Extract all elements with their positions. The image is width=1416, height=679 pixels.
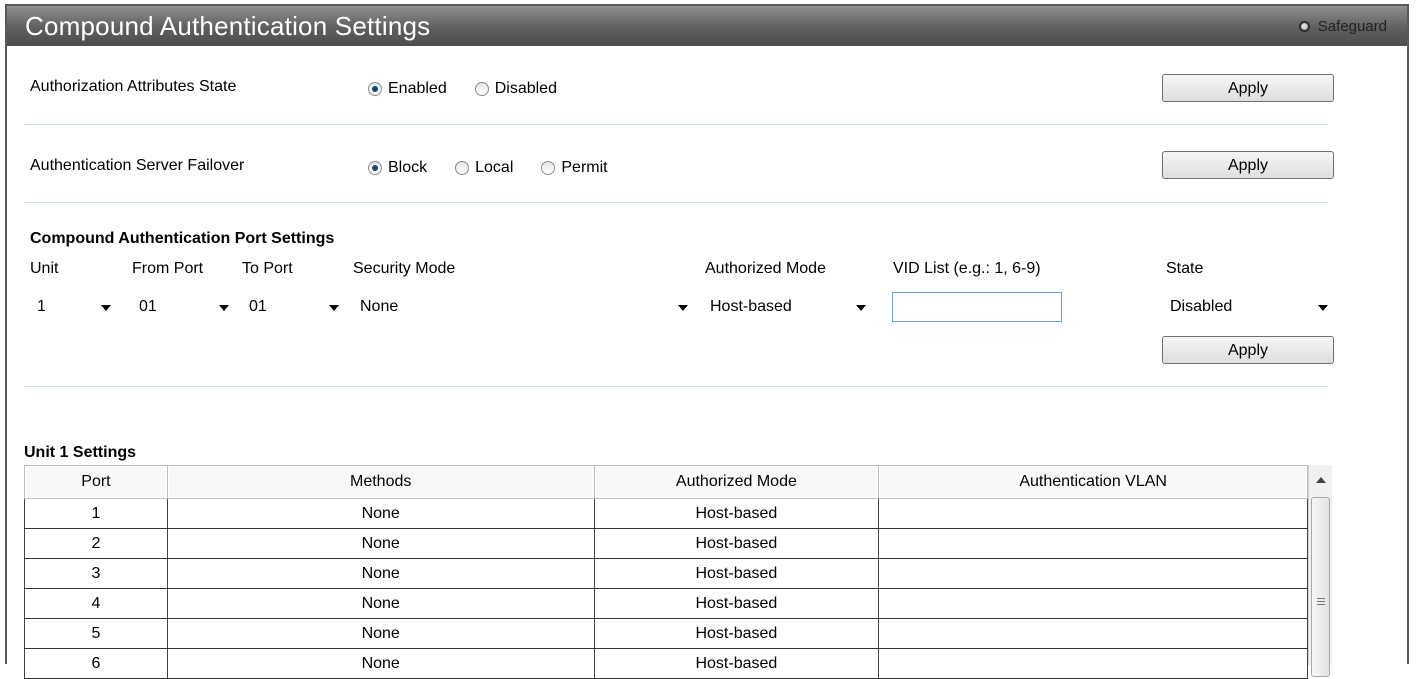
- chevron-down-icon: [219, 305, 229, 311]
- cell-authentication-vlan: [878, 648, 1308, 679]
- cell-methods: None: [166, 558, 595, 589]
- table-header-row: Port Methods Authorized Mode Authenticat…: [24, 465, 1308, 499]
- cell-port: 4: [24, 588, 168, 619]
- cell-port: 6: [24, 648, 168, 679]
- server-failover-label: Authentication Server Failover: [30, 157, 245, 174]
- safeguard-status-icon: [1298, 21, 1310, 32]
- authorization-attributes-radio-group: Enabled Disabled: [368, 80, 577, 98]
- chevron-down-icon: [101, 305, 111, 311]
- vid-list-column-label: VID List (e.g.: 1, 6-9): [893, 260, 1041, 277]
- authorization-apply-button[interactable]: Apply: [1162, 74, 1334, 102]
- cell-authorized-mode: Host-based: [593, 498, 880, 529]
- safeguard-indicator[interactable]: Safeguard: [1298, 18, 1387, 35]
- port-settings-heading: Compound Authentication Port Settings: [30, 230, 335, 247]
- cell-methods: None: [166, 648, 595, 679]
- table-row: 5 None Host-based: [24, 618, 1308, 649]
- cell-authentication-vlan: [878, 498, 1308, 529]
- port-settings-apply-button[interactable]: Apply: [1162, 336, 1334, 364]
- authorized-mode-select[interactable]: Host-based: [703, 292, 873, 322]
- cell-methods: None: [166, 528, 595, 559]
- cell-authorized-mode: Host-based: [593, 588, 880, 619]
- radio-permit-label: Permit: [561, 159, 608, 176]
- cell-authorized-mode: Host-based: [593, 648, 880, 679]
- state-column-label: State: [1166, 260, 1204, 277]
- radio-block-label: Block: [388, 159, 428, 176]
- state-select[interactable]: Disabled: [1163, 292, 1335, 322]
- table-row: 4 None Host-based: [24, 588, 1308, 619]
- divider: [24, 124, 1328, 125]
- security-mode-column-label: Security Mode: [353, 260, 456, 277]
- divider: [24, 386, 1328, 387]
- radio-block-icon[interactable]: [368, 161, 382, 175]
- cell-port: 3: [24, 558, 168, 589]
- from-port-select[interactable]: 01: [132, 292, 236, 322]
- radio-disabled[interactable]: Disabled: [474, 80, 557, 98]
- table-row: 3 None Host-based: [24, 558, 1308, 589]
- column-header-methods[interactable]: Methods: [166, 465, 595, 499]
- authorization-attributes-label: Authorization Attributes State: [30, 78, 237, 95]
- cell-authentication-vlan: [878, 588, 1308, 619]
- security-mode-select[interactable]: None: [353, 292, 695, 322]
- scrollbar-thumb[interactable]: [1311, 497, 1330, 677]
- unit-column-label: Unit: [30, 260, 59, 277]
- state-select-value: Disabled: [1170, 298, 1233, 315]
- radio-local-label: Local: [475, 159, 514, 176]
- from-port-select-value: 01: [139, 298, 157, 315]
- radio-disabled-label: Disabled: [494, 80, 557, 97]
- radio-block[interactable]: Block: [368, 159, 427, 177]
- cell-authorized-mode: Host-based: [593, 558, 880, 589]
- radio-enabled-label: Enabled: [388, 80, 447, 97]
- table-row: 1 None Host-based: [24, 498, 1308, 529]
- vid-list-input[interactable]: [892, 292, 1062, 322]
- column-header-authorized-mode[interactable]: Authorized Mode: [593, 465, 880, 499]
- cell-methods: None: [166, 588, 595, 619]
- chevron-down-icon: [856, 305, 866, 311]
- to-port-column-label: To Port: [242, 260, 293, 277]
- unit-settings-table: Port Methods Authorized Mode Authenticat…: [24, 465, 1308, 679]
- safeguard-label: Safeguard: [1317, 18, 1387, 35]
- radio-permit-icon[interactable]: [541, 161, 556, 175]
- cell-authorized-mode: Host-based: [593, 618, 880, 649]
- cell-authentication-vlan: [878, 528, 1308, 559]
- failover-apply-button[interactable]: Apply: [1162, 151, 1334, 179]
- chevron-down-icon: [329, 305, 339, 311]
- cell-methods: None: [166, 498, 595, 529]
- cell-port: 5: [24, 618, 168, 649]
- chevron-down-icon: [1318, 305, 1328, 311]
- unit-settings-heading: Unit 1 Settings: [24, 444, 137, 461]
- cell-authorized-mode: Host-based: [593, 528, 880, 559]
- cell-methods: None: [166, 618, 595, 649]
- scroll-up-arrow-icon[interactable]: [1316, 477, 1326, 483]
- table-row: 6 None Host-based: [24, 648, 1308, 679]
- column-header-port[interactable]: Port: [24, 465, 168, 499]
- chevron-down-icon: [678, 305, 688, 311]
- authorized-mode-column-label: Authorized Mode: [705, 260, 826, 277]
- radio-disabled-icon[interactable]: [474, 82, 489, 96]
- radio-local-icon[interactable]: [455, 161, 470, 175]
- title-bar: Compound Authentication Settings Safegua…: [7, 6, 1407, 46]
- radio-enabled-icon[interactable]: [368, 82, 382, 96]
- radio-local[interactable]: Local: [455, 159, 513, 177]
- grip-icon: [1317, 598, 1325, 605]
- cell-port: 1: [24, 498, 168, 529]
- unit-select[interactable]: 1: [30, 292, 118, 322]
- authorized-mode-select-value: Host-based: [710, 298, 792, 315]
- divider: [24, 202, 1328, 203]
- from-port-column-label: From Port: [132, 260, 204, 277]
- page-title: Compound Authentication Settings: [25, 11, 431, 41]
- column-header-authentication-vlan[interactable]: Authentication VLAN: [878, 465, 1308, 499]
- unit-select-value: 1: [37, 298, 46, 315]
- security-mode-select-value: None: [360, 298, 399, 315]
- radio-enabled[interactable]: Enabled: [368, 80, 447, 98]
- to-port-select[interactable]: 01: [242, 292, 346, 322]
- cell-authentication-vlan: [878, 618, 1308, 649]
- to-port-select-value: 01: [249, 298, 267, 315]
- cell-authentication-vlan: [878, 558, 1308, 589]
- radio-permit[interactable]: Permit: [541, 159, 608, 177]
- table-scrollbar[interactable]: [1308, 465, 1332, 677]
- table-row: 2 None Host-based: [24, 528, 1308, 559]
- cell-port: 2: [24, 528, 168, 559]
- server-failover-radio-group: Block Local Permit: [368, 159, 628, 177]
